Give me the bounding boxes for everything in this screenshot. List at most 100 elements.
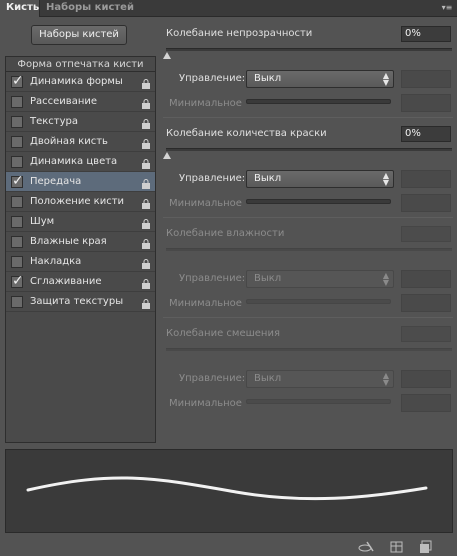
control-extra-field	[401, 170, 451, 188]
brush-setting-label: Динамика формы	[30, 76, 123, 87]
control-label: Управление:	[179, 273, 246, 284]
lock-icon[interactable]	[141, 157, 151, 169]
tab-brush[interactable]: Кисть	[0, 0, 40, 17]
brush-setting-row[interactable]: ✓ Передача	[6, 172, 155, 192]
minimum-value-field	[401, 94, 451, 112]
slider-thumb[interactable]	[163, 152, 171, 159]
brush-tip-shape-header[interactable]: Форма отпечатка кисти	[6, 57, 155, 72]
brush-setting-checkbox[interactable]	[11, 256, 23, 268]
jitter-value-field	[401, 226, 451, 242]
dropdown-arrows-icon: ▲ ▼	[382, 271, 389, 287]
lock-icon[interactable]	[141, 97, 151, 109]
minimum-label: Минимальное	[169, 98, 242, 109]
section-divider	[163, 117, 453, 118]
lock-icon[interactable]	[141, 217, 151, 229]
brush-setting-label: Шум	[30, 216, 55, 227]
jitter-slider	[166, 348, 452, 351]
lock-icon[interactable]	[141, 277, 151, 289]
minimum-slider[interactable]	[246, 99, 391, 104]
brush-presets-button[interactable]: Наборы кистей	[31, 25, 127, 45]
brush-setting-row[interactable]: Влажные края	[6, 232, 155, 252]
grid-icon[interactable]	[390, 540, 404, 554]
minimum-value-field	[401, 194, 451, 212]
brush-setting-row[interactable]: Шум	[6, 212, 155, 232]
brush-setting-row[interactable]: Двойная кисть	[6, 132, 155, 152]
jitter-value-field	[401, 326, 451, 342]
brush-setting-checkbox[interactable]	[11, 156, 23, 168]
minimum-label: Минимальное	[169, 298, 242, 309]
brush-setting-checkbox[interactable]	[11, 136, 23, 148]
brush-setting-row[interactable]: ✓ Сглаживание	[6, 272, 155, 292]
lock-icon[interactable]	[141, 117, 151, 129]
panel-tab-bar: Кисть Наборы кистей ▾≡	[0, 0, 457, 17]
control-label: Управление:	[179, 373, 246, 384]
lock-icon[interactable]	[141, 197, 151, 209]
brush-setting-label: Рассеивание	[30, 96, 98, 107]
minimum-value-field	[401, 294, 451, 312]
jitter-title: Колебание количества краски	[166, 128, 327, 139]
jitter-title: Колебание непрозрачности	[166, 28, 313, 39]
checkmark-icon: ✓	[12, 273, 24, 289]
brush-setting-row[interactable]: Положение кисти	[6, 192, 155, 212]
brush-setting-row[interactable]: Защита текстуры	[6, 292, 155, 312]
panel-bottom-bar	[0, 538, 457, 556]
brush-setting-checkbox[interactable]: ✓	[11, 273, 24, 289]
brush-setting-label: Передача	[30, 176, 82, 187]
jitter-value-field[interactable]: 0%	[401, 126, 451, 142]
lock-icon[interactable]	[141, 137, 151, 149]
brush-setting-label: Положение кисти	[30, 196, 125, 207]
brush-setting-checkbox[interactable]	[11, 96, 23, 108]
panel-menu-icon[interactable]: ▾≡	[441, 2, 453, 14]
new-preset-icon[interactable]	[418, 540, 432, 554]
dropdown-arrows-icon: ▲ ▼	[382, 71, 389, 87]
brush-setting-checkbox[interactable]	[11, 236, 23, 248]
brush-setting-row[interactable]: Динамика цвета	[6, 152, 155, 172]
jitter-title: Колебание влажности	[166, 228, 285, 239]
brush-settings-list: Форма отпечатка кисти ✓ Динамика формы Рас…	[5, 56, 156, 443]
stroke-preview-curve	[26, 476, 428, 501]
lock-icon[interactable]	[141, 257, 151, 269]
jitter-slider[interactable]	[166, 148, 452, 151]
control-dropdown-value: Выкл	[254, 373, 282, 384]
brush-setting-checkbox[interactable]: ✓	[11, 173, 24, 189]
control-dropdown[interactable]: Выкл ▲ ▼	[246, 70, 394, 88]
lock-icon[interactable]	[141, 77, 151, 89]
control-dropdown-value: Выкл	[254, 273, 282, 284]
brush-setting-row[interactable]: ✓ Динамика формы	[6, 72, 155, 92]
brush-setting-label: Текстура	[30, 116, 79, 127]
jitter-slider[interactable]	[166, 48, 452, 51]
minimum-label: Минимальное	[169, 198, 242, 209]
brush-setting-row[interactable]: Накладка	[6, 252, 155, 272]
brush-stroke-preview	[5, 449, 453, 533]
brush-setting-checkbox[interactable]	[11, 216, 23, 228]
brush-setting-label: Двойная кисть	[30, 136, 108, 147]
control-extra-field	[401, 370, 451, 388]
brush-visibility-icon[interactable]	[358, 540, 374, 554]
jitter-slider	[166, 248, 452, 251]
brush-setting-row[interactable]: Текстура	[6, 112, 155, 132]
tab-brush-presets[interactable]: Наборы кистей	[40, 0, 140, 17]
brush-setting-checkbox[interactable]: ✓	[11, 73, 24, 89]
minimum-slider	[246, 399, 391, 404]
brush-setting-checkbox[interactable]	[11, 116, 23, 128]
brush-setting-label: Влажные края	[30, 236, 107, 247]
minimum-slider[interactable]	[246, 199, 391, 204]
control-label: Управление:	[179, 173, 246, 184]
section-divider	[163, 317, 453, 318]
control-dropdown: Выкл ▲ ▼	[246, 370, 394, 388]
brush-setting-label: Накладка	[30, 256, 82, 267]
lock-icon[interactable]	[141, 177, 151, 189]
slider-thumb[interactable]	[163, 52, 171, 59]
minimum-label: Минимальное	[169, 398, 242, 409]
control-dropdown-value: Выкл	[254, 73, 282, 84]
control-extra-field	[401, 70, 451, 88]
brush-setting-checkbox[interactable]	[11, 296, 23, 308]
jitter-value-field[interactable]: 0%	[401, 26, 451, 42]
lock-icon[interactable]	[141, 297, 151, 309]
dropdown-arrows-icon: ▲ ▼	[382, 371, 389, 387]
control-dropdown[interactable]: Выкл ▲ ▼	[246, 170, 394, 188]
brush-setting-checkbox[interactable]	[11, 196, 23, 208]
brush-setting-label: Сглаживание	[30, 276, 102, 287]
brush-setting-row[interactable]: Рассеивание	[6, 92, 155, 112]
lock-icon[interactable]	[141, 237, 151, 249]
